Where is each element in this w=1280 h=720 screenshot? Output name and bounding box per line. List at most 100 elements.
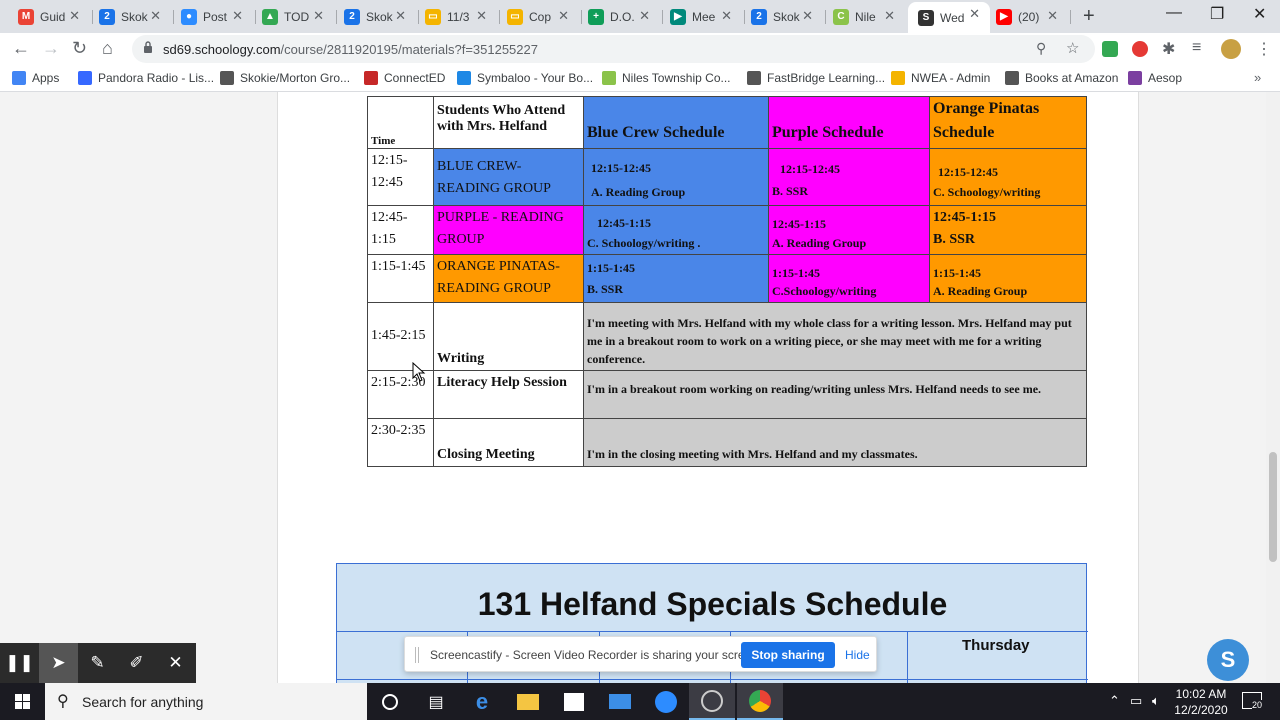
tab-close-icon[interactable]: ✕ bbox=[969, 6, 980, 22]
battery-icon[interactable]: ▭ bbox=[1130, 693, 1142, 709]
page-content: Time Students Who Attend with Mrs. Helfa… bbox=[0, 92, 1280, 683]
specials-header-thursday: Thursday bbox=[962, 637, 1030, 654]
tab-close-icon[interactable]: ✕ bbox=[313, 8, 324, 24]
row-note: I'm in the closing meeting with Mrs. Hel… bbox=[583, 418, 1087, 467]
address-bar[interactable]: sd69.schoology.com/course/2811920195/mat… bbox=[132, 35, 1095, 63]
system-clock[interactable]: 10:02 AM 12/2/2020 bbox=[1172, 686, 1230, 718]
windows-start-icon[interactable] bbox=[0, 683, 45, 720]
browser-tab[interactable]: M Guid ✕ bbox=[12, 4, 86, 29]
bookmark-favicon-icon bbox=[457, 71, 471, 85]
notification-count: 20 bbox=[1252, 700, 1263, 710]
bookmark-item[interactable]: NWEA - Admin bbox=[891, 71, 990, 85]
tab-label: (20) bbox=[1018, 9, 1040, 24]
tab-favicon-icon: ▶ bbox=[996, 8, 1012, 25]
bookmark-item[interactable]: Symbaloo - Your Bo... bbox=[457, 71, 593, 85]
browser-tab[interactable]: S Wed ✕ bbox=[908, 2, 990, 33]
show-hidden-icons[interactable]: ⌃ bbox=[1109, 693, 1120, 709]
zoom-app-icon[interactable] bbox=[643, 683, 689, 720]
browser-tab[interactable]: ▶ (20) ✕ bbox=[990, 4, 1064, 29]
tab-close-icon[interactable]: ✕ bbox=[476, 8, 487, 24]
tab-close-icon[interactable]: ✕ bbox=[232, 8, 243, 24]
menu-kebab-icon[interactable]: ⋮ bbox=[1256, 39, 1272, 59]
bookmark-item[interactable]: Skokie/Morton Gro... bbox=[220, 71, 350, 85]
bookmark-item[interactable]: ConnectED bbox=[364, 71, 445, 85]
browser-tab[interactable]: ▶ Mee ✕ bbox=[664, 4, 738, 29]
bookmark-label: Books at Amazon bbox=[1025, 71, 1119, 85]
schedule-row: 1:15-1:45 ORANGE PINATAS- READING GROUP … bbox=[367, 254, 1087, 303]
tab-close-icon[interactable]: ✕ bbox=[150, 8, 161, 24]
tab-close-icon[interactable]: ✕ bbox=[639, 8, 650, 24]
bookmark-item[interactable]: Niles Township Co... bbox=[602, 71, 731, 85]
forward-icon[interactable]: → bbox=[42, 38, 60, 59]
tab-label: Guid bbox=[40, 9, 66, 24]
highlighter-icon[interactable]: ✐ bbox=[117, 643, 156, 683]
schoology-help-button[interactable]: S bbox=[1207, 639, 1249, 681]
maximize-icon[interactable]: ❐ bbox=[1210, 4, 1224, 24]
tab-close-icon[interactable]: ✕ bbox=[69, 8, 80, 24]
profile-avatar[interactable] bbox=[1221, 39, 1241, 59]
hide-button[interactable]: Hide bbox=[845, 648, 870, 662]
pause-icon[interactable]: ❚❚ bbox=[0, 643, 39, 683]
bookmark-label: Skokie/Morton Gro... bbox=[240, 71, 351, 85]
bookmark-label: Pandora Radio - Lis... bbox=[98, 71, 215, 85]
volume-icon[interactable]: 🔈︎ bbox=[1152, 693, 1160, 709]
zoom-icon[interactable]: ⚲ bbox=[1036, 40, 1046, 57]
screencastify-extension-icon[interactable] bbox=[1132, 41, 1148, 57]
bookmark-item[interactable]: Books at Amazon bbox=[1005, 71, 1118, 85]
drag-grip-icon[interactable] bbox=[415, 647, 419, 663]
slot-time: 12:45-1:15 bbox=[772, 217, 826, 231]
cursor-tool-icon[interactable]: ➤ bbox=[39, 643, 78, 683]
tab-close-icon[interactable]: ✕ bbox=[802, 8, 813, 24]
row-group: PURPLE - READING GROUP bbox=[433, 205, 584, 255]
network-app-icon[interactable] bbox=[689, 683, 735, 720]
browser-tab[interactable]: ▲ TOD ✕ bbox=[256, 4, 330, 29]
browser-tab[interactable]: ▭ Cop ✕ bbox=[501, 4, 575, 29]
chrome-icon[interactable] bbox=[737, 683, 783, 720]
bookmark-item[interactable]: Aesop bbox=[1128, 71, 1182, 85]
new-tab-button[interactable]: + bbox=[1083, 5, 1095, 28]
extension-green-icon[interactable] bbox=[1102, 41, 1118, 57]
taskbar-search-input[interactable]: ⚲ Search for anything bbox=[45, 683, 367, 720]
back-icon[interactable]: ← bbox=[12, 38, 30, 59]
bookmarks-overflow-icon[interactable]: » bbox=[1254, 70, 1261, 85]
reading-list-icon[interactable]: ≡ bbox=[1192, 39, 1201, 57]
browser-tab[interactable]: + D.O. ✕ bbox=[582, 4, 656, 29]
scrollbar-thumb[interactable] bbox=[1269, 452, 1277, 562]
pen-tool-icon[interactable]: ✎ bbox=[78, 643, 117, 683]
bookmark-favicon-icon bbox=[1005, 71, 1019, 85]
bookmark-item[interactable]: Apps bbox=[12, 71, 59, 85]
bookmark-item[interactable]: FastBridge Learning... bbox=[747, 71, 885, 85]
task-view-icon[interactable]: ▤ bbox=[413, 683, 459, 720]
lock-icon bbox=[144, 41, 152, 53]
browser-tab[interactable]: ● Post ✕ bbox=[175, 4, 249, 29]
scrollbar[interactable] bbox=[1266, 92, 1280, 683]
edge-icon[interactable]: e bbox=[459, 683, 505, 720]
browser-tab[interactable]: 2 Skok ✕ bbox=[93, 4, 167, 29]
minimize-icon[interactable]: — bbox=[1166, 4, 1182, 22]
action-center-icon[interactable]: 20 bbox=[1242, 692, 1263, 710]
reload-icon[interactable]: ↻ bbox=[72, 38, 87, 59]
tab-close-icon[interactable]: ✕ bbox=[558, 8, 569, 24]
purple-cell: 1:15-1:45 C.Schoology/writing bbox=[768, 254, 930, 303]
browser-tab[interactable]: ▭ 11/3 ✕ bbox=[419, 4, 493, 29]
browser-tab[interactable]: 2 Skok ✕ bbox=[338, 4, 412, 29]
tab-close-icon[interactable]: ✕ bbox=[721, 8, 732, 24]
file-explorer-icon[interactable] bbox=[505, 683, 551, 720]
stop-sharing-button[interactable]: Stop sharing bbox=[741, 642, 835, 668]
browser-tab[interactable]: 2 Skok ✕ bbox=[745, 4, 819, 29]
mail-icon[interactable] bbox=[597, 683, 643, 720]
bookmark-star-icon[interactable]: ☆ bbox=[1066, 39, 1079, 57]
tab-close-icon[interactable]: ✕ bbox=[884, 8, 895, 24]
tab-separator bbox=[336, 10, 337, 24]
browser-tab[interactable]: C Nile ✕ bbox=[827, 4, 901, 29]
store-icon[interactable] bbox=[551, 683, 597, 720]
tab-close-icon[interactable]: ✕ bbox=[1047, 8, 1058, 24]
home-icon[interactable]: ⌂ bbox=[102, 38, 113, 59]
extensions-puzzle-icon[interactable]: ✱ bbox=[1162, 39, 1175, 59]
tab-close-icon[interactable]: ✕ bbox=[395, 8, 406, 24]
cortana-icon[interactable] bbox=[367, 683, 413, 720]
close-toolbar-icon[interactable]: ✕ bbox=[156, 643, 195, 683]
bookmark-item[interactable]: Pandora Radio - Lis... bbox=[78, 71, 214, 85]
tab-favicon-icon: 2 bbox=[751, 8, 767, 25]
close-window-icon[interactable]: ✕ bbox=[1253, 4, 1266, 24]
